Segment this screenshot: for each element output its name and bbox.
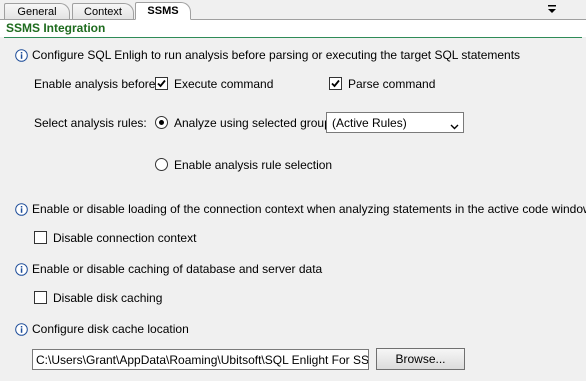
enable-selection-radio[interactable] [155,158,168,171]
checkmark-icon [157,79,166,88]
cache-path-input[interactable]: C:\Users\Grant\AppData\Roaming\Ubitsoft\… [32,349,369,370]
analysis-description: Configure SQL Enligh to run analysis bef… [32,48,521,62]
tab-ssms[interactable]: SSMS [135,2,191,20]
analyze-group-radio[interactable] [155,116,168,129]
parse-command-label[interactable]: Parse command [348,77,435,91]
disable-connection-checkbox[interactable] [34,231,47,244]
section-divider [4,37,582,38]
dropdown-menu-icon[interactable] [544,2,560,18]
rule-group-select[interactable]: (Active Rules) [326,112,464,133]
radio-selected-dot [159,120,164,125]
section-title: SSMS Integration [6,21,106,35]
tab-general[interactable]: General [4,3,70,19]
chevron-down-icon [450,119,459,133]
info-icon [15,203,28,216]
rule-group-value: (Active Rules) [332,116,407,130]
checkmark-icon [331,79,340,88]
select-rules-label: Select analysis rules: [34,116,147,130]
info-icon [15,323,28,336]
info-icon [15,263,28,276]
disable-connection-label[interactable]: Disable connection context [53,231,196,245]
disable-caching-label[interactable]: Disable disk caching [53,291,162,305]
enable-selection-label[interactable]: Enable analysis rule selection [174,158,332,172]
info-icon [15,49,28,62]
analyze-group-label[interactable]: Analyze using selected group [174,116,331,130]
disable-caching-checkbox[interactable] [34,291,47,304]
parse-command-checkbox[interactable] [329,77,342,90]
browse-button[interactable]: Browse... [376,348,465,370]
execute-command-label[interactable]: Execute command [174,77,273,91]
enable-analysis-label: Enable analysis before: [34,77,159,91]
cache-location-description: Configure disk cache location [32,322,189,336]
caching-description: Enable or disable caching of database an… [32,262,323,276]
connection-description: Enable or disable loading of the connect… [32,202,586,216]
cache-path-value: C:\Users\Grant\AppData\Roaming\Ubitsoft\… [36,353,369,367]
execute-command-checkbox[interactable] [155,77,168,90]
tab-context[interactable]: Context [72,3,134,19]
